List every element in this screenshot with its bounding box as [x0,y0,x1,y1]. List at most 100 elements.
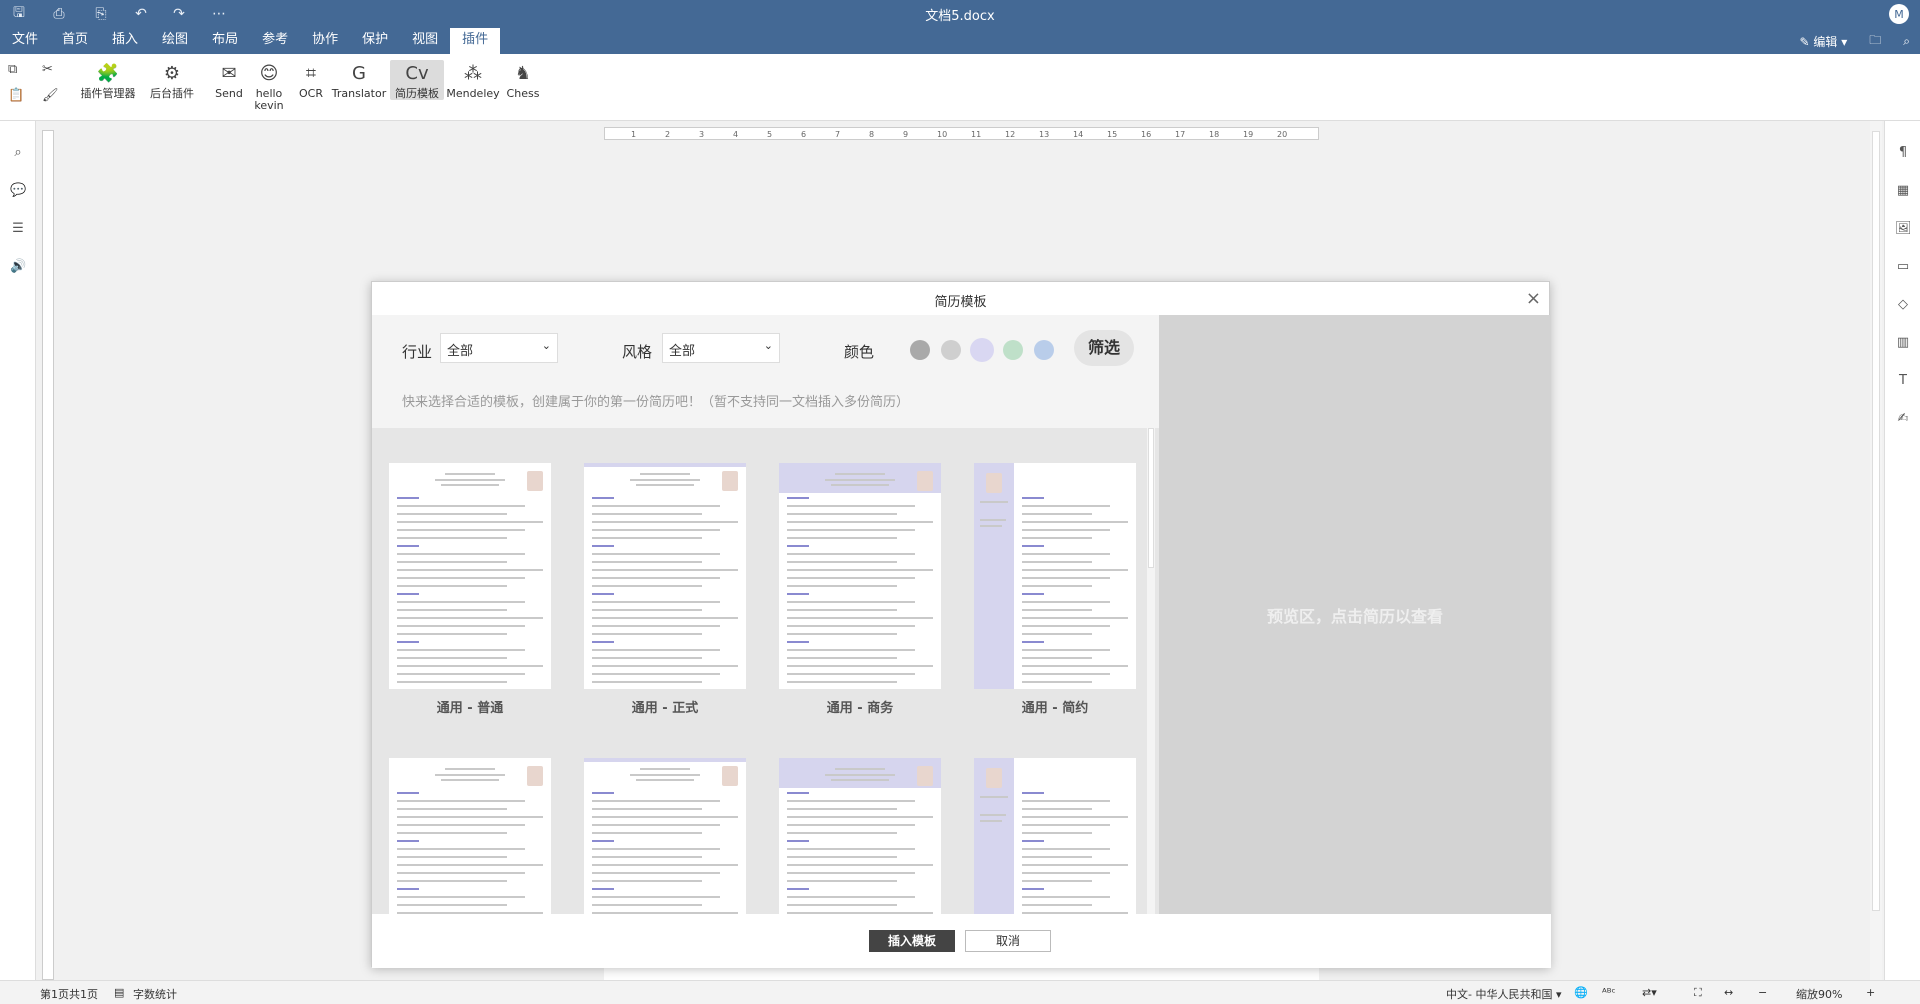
template-thumbnail[interactable] [389,463,551,689]
top-stripe [584,463,746,467]
menu-tab[interactable]: 插件 [450,28,501,54]
template-thumbnail[interactable] [389,758,551,914]
text-line [397,569,543,571]
template-thumbnail[interactable] [974,463,1136,689]
text-line [397,896,525,898]
text-line [787,816,933,818]
text-line [787,880,897,882]
industry-label: 行业 [402,343,433,361]
color-swatch[interactable] [1034,340,1054,360]
text-line [787,848,915,850]
template-thumbnail[interactable] [584,463,746,689]
insert-template-button[interactable]: 插入模板 [869,930,955,952]
menu-tab[interactable]: 首页 [50,28,100,54]
text-line [397,880,507,882]
globe-icon[interactable]: 🌐 [1574,986,1588,999]
text-line [592,649,720,651]
text-line [592,513,702,515]
ocr-button[interactable]: ⌗ OCR [296,60,326,100]
send-button[interactable]: ✉ Send [214,60,244,100]
resume-templates-button[interactable]: Cv 简历模板 [390,60,444,100]
text-line [397,848,525,850]
fit-page-icon[interactable]: ⛶ [1694,986,1702,1000]
fit-width-icon[interactable]: ↔ [1724,986,1733,999]
template-scrollbar[interactable] [1147,428,1155,914]
color-swatch[interactable] [910,340,930,360]
edit-mode-button[interactable]: ✎ 编辑 ▾ [1800,33,1848,50]
text-line [592,497,614,499]
template-thumbnail[interactable] [779,463,941,689]
background-plugins-button[interactable]: ⚙ 后台插件 [146,60,198,100]
mendeley-button[interactable]: ⁂ Mendeley [446,60,499,100]
copy-icon[interactable]: ⧉ [8,62,17,78]
translator-button[interactable]: G Translator [332,60,386,100]
scrollbar-thumb[interactable] [1148,428,1154,568]
zoom-out-icon[interactable]: − [1758,986,1767,999]
cut-icon[interactable]: ✂ [42,62,53,78]
template-card[interactable] [779,758,941,914]
color-swatch[interactable] [941,340,961,360]
word-count-icon[interactable]: ▤ [114,986,124,999]
style-select[interactable]: 全部 ⌄ [662,333,780,363]
template-card[interactable]: 通用 - 正式 [584,463,746,716]
template-card[interactable] [974,758,1136,914]
text-line [441,484,499,486]
text-line [787,792,809,794]
text-line [592,904,702,906]
zoom-in-icon[interactable]: + [1866,986,1875,999]
menu-tab[interactable]: 布局 [200,28,250,54]
hello-kevin-button[interactable]: 😊 hello kevin [250,60,288,112]
template-card[interactable]: 通用 - 商务 [779,463,941,716]
menu-tab[interactable]: 视图 [400,28,450,54]
industry-select[interactable]: 全部 ⌄ [440,333,558,363]
menu-tab[interactable]: 文件 [0,28,50,54]
menu-tab[interactable]: 参考 [250,28,300,54]
color-swatch[interactable] [970,338,994,362]
paste-icon[interactable]: 📋 [8,88,24,104]
template-card[interactable] [389,758,551,914]
menu-tab[interactable]: 保护 [350,28,400,54]
track-changes-icon[interactable]: ⇄▾ [1642,986,1657,999]
text-line [787,649,915,651]
color-swatch[interactable] [1003,340,1023,360]
cancel-button[interactable]: 取消 [965,930,1051,952]
text-line [592,848,720,850]
search-icon[interactable]: ⌕ [1903,34,1910,49]
open-folder-icon[interactable]: 🗀 [1869,31,1881,52]
filter-button[interactable]: 筛选 [1074,330,1134,366]
text-line [1022,625,1110,627]
text-line [1022,545,1044,547]
template-card[interactable]: 通用 - 普通 [389,463,551,716]
text-line [1022,888,1044,890]
top-stripe [584,758,746,762]
spellcheck-icon[interactable]: ᴬᴮᶜ [1602,986,1616,999]
text-line [831,484,889,486]
word-count-button[interactable]: 字数统计 [133,986,177,1002]
text-line [1022,808,1092,810]
menu-tab[interactable]: 协作 [300,28,350,54]
send-icon: ✉ [221,63,237,84]
template-thumbnail[interactable] [584,758,746,914]
menu-tab[interactable]: 绘图 [150,28,200,54]
template-thumbnail[interactable] [974,758,1136,914]
dialog-overlay: 简历模板 × 行业 全部 ⌄ 风格 全部 ⌄ 颜色 筛选 快来选择合适的模板，创建属… [0,121,1920,980]
menu-tab[interactable]: 插入 [100,28,150,54]
portrait-photo [722,766,738,786]
template-card[interactable] [584,758,746,914]
template-thumbnail[interactable] [779,758,941,914]
chess-button[interactable]: ♞ Chess [506,60,540,100]
text-line [1022,577,1110,579]
text-line [640,768,690,770]
close-icon[interactable]: × [1526,288,1541,309]
portrait-photo [722,471,738,491]
format-painter-icon[interactable]: 🖌 [42,88,59,104]
text-line [592,808,702,810]
language-select[interactable]: 中文- 中华人民共和国 ▾ [1446,986,1562,1002]
avatar[interactable]: M [1889,4,1909,24]
text-line [397,864,543,866]
text-line [592,609,702,611]
template-card[interactable]: 通用 - 简约 [974,463,1136,716]
text-line [1022,880,1092,882]
plugin-manager-button[interactable]: 🧩 插件管理器 [80,60,136,100]
text-line [397,609,507,611]
